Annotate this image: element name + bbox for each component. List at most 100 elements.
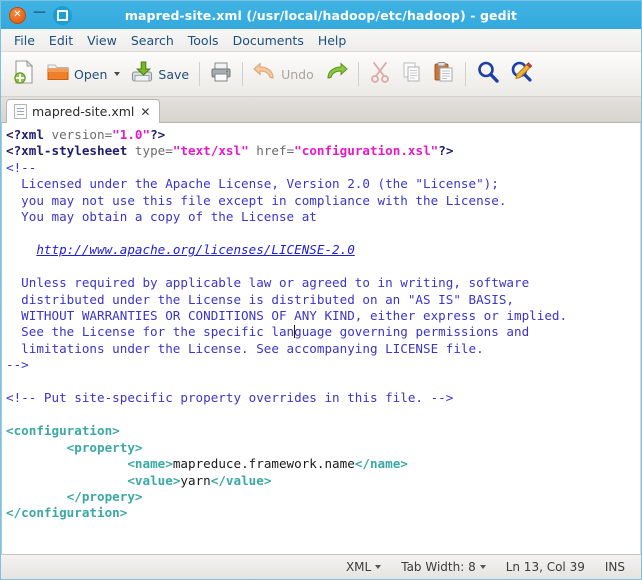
code-span: you may not use this file except in comp… <box>6 193 506 208</box>
save-icon <box>130 60 154 88</box>
gedit-window: ✕ — mapred-site.xml (/usr/local/hadoop/e… <box>0 0 642 580</box>
code-span: <property> <box>67 440 143 455</box>
code-span <box>6 440 67 455</box>
paste-button[interactable] <box>428 57 460 91</box>
minimize-icon: — <box>33 6 46 19</box>
code-span <box>6 242 36 257</box>
code-span: version= <box>52 127 113 142</box>
undo-label: Undo <box>281 67 314 82</box>
code-span: "1.0" <box>112 127 150 142</box>
status-insert-mode-label: INS <box>605 560 625 574</box>
toolbar-separator-2 <box>242 62 243 86</box>
code-span: You may obtain a copy of the License at <box>6 209 317 224</box>
menu-tools[interactable]: Tools <box>181 31 226 50</box>
copy-button[interactable] <box>396 57 428 91</box>
code-span: <?xml-stylesheet <box>6 143 135 158</box>
code-span: --> <box>6 357 29 372</box>
menu-search[interactable]: Search <box>124 31 181 50</box>
document-icon <box>14 104 27 119</box>
code-span: type= <box>135 143 173 158</box>
toolbar-separator-3 <box>358 62 359 86</box>
code-content[interactable]: <?xml version="1.0"?> <?xml-stylesheet t… <box>2 123 640 522</box>
tab-close-icon[interactable]: ✕ <box>139 106 151 118</box>
toolbar: Open Save <box>1 52 641 97</box>
menu-documents[interactable]: Documents <box>226 31 311 50</box>
status-position-label: Ln 13, Col 39 <box>506 560 585 574</box>
code-span: <!-- <box>6 160 36 175</box>
printer-icon <box>210 61 232 87</box>
code-span: See the License for the specific lan <box>6 324 294 339</box>
status-language-label: XML <box>346 560 371 574</box>
code-span: yarn <box>180 473 210 488</box>
toolbar-separator-4 <box>465 62 466 86</box>
save-button[interactable]: Save <box>125 57 194 91</box>
code-span: <configuration> <box>6 423 120 438</box>
code-span: Licensed under the Apache License, Versi… <box>6 176 499 191</box>
code-span: ?> <box>438 143 453 158</box>
replace-button[interactable] <box>505 57 539 91</box>
close-window-button[interactable]: ✕ <box>9 7 26 24</box>
code-span: ?> <box>150 127 165 142</box>
find-replace-icon <box>510 60 534 88</box>
code-span: http://www.apache.org/licenses/LICENSE-2… <box>36 242 354 257</box>
status-tab-width[interactable]: Tab Width: 8 <box>391 560 495 574</box>
clipboard-paste-icon <box>433 61 455 87</box>
cut-button[interactable] <box>364 57 396 91</box>
code-span: </configuration> <box>6 505 127 520</box>
redo-button[interactable] <box>319 57 353 91</box>
search-icon <box>476 60 500 88</box>
code-span: <!-- Put site-specific property override… <box>6 390 453 405</box>
title-bar: ✕ — mapred-site.xml (/usr/local/hadoop/e… <box>1 1 641 29</box>
window-controls: ✕ — <box>9 6 72 25</box>
code-span: <value> <box>127 473 180 488</box>
code-span <box>6 473 127 488</box>
code-span: </propery> <box>67 489 143 504</box>
new-document-button[interactable] <box>7 57 41 91</box>
code-span: </value> <box>211 473 272 488</box>
tab-label: mapred-site.xml <box>32 104 134 119</box>
code-span: "configuration.xsl" <box>294 143 438 158</box>
undo-button[interactable]: Undo <box>248 57 319 91</box>
menu-edit[interactable]: Edit <box>42 31 80 50</box>
code-span: WITHOUT WARRANTIES OR CONDITIONS OF ANY … <box>6 308 567 323</box>
copy-icon <box>401 61 423 87</box>
language-chevron-down-icon[interactable] <box>375 565 381 569</box>
status-insert-mode[interactable]: INS <box>595 560 635 574</box>
tab-strip: mapred-site.xml ✕ <box>1 97 641 123</box>
menu-view[interactable]: View <box>80 31 124 50</box>
redo-arrow-icon <box>324 62 348 86</box>
maximize-icon <box>57 10 68 21</box>
code-span <box>6 456 127 471</box>
tab-mapred-site-xml[interactable]: mapred-site.xml ✕ <box>6 99 160 123</box>
maximize-window-button[interactable] <box>53 6 72 25</box>
code-span: </name> <box>355 456 408 471</box>
menu-help[interactable]: Help <box>311 31 354 50</box>
code-span: href= <box>256 143 294 158</box>
status-bar: XML Tab Width: 8 Ln 13, Col 39 INS <box>1 554 641 579</box>
code-span: limitations under the License. See accom… <box>6 341 484 356</box>
open-button[interactable]: Open <box>41 57 125 91</box>
code-span: Unless required by applicable law or agr… <box>6 275 529 290</box>
status-cursor-position: Ln 13, Col 39 <box>496 560 595 574</box>
undo-arrow-icon <box>253 62 277 86</box>
menu-bar: File Edit View Search Tools Documents He… <box>1 29 641 52</box>
new-document-icon <box>12 59 36 89</box>
folder-open-icon <box>46 61 70 87</box>
status-language[interactable]: XML <box>336 560 391 574</box>
code-span: distributed under the License is distrib… <box>6 292 514 307</box>
close-icon: ✕ <box>13 10 21 20</box>
tab-width-chevron-down-icon[interactable] <box>480 565 486 569</box>
status-tab-width-label: Tab Width: 8 <box>401 560 475 574</box>
code-span: guage governing permissions and <box>294 324 529 339</box>
open-label: Open <box>74 67 107 82</box>
scissors-icon <box>369 61 391 87</box>
editor-area[interactable]: <?xml version="1.0"?> <?xml-stylesheet t… <box>1 123 641 554</box>
save-label: Save <box>158 67 189 82</box>
code-span: <name> <box>127 456 173 471</box>
minimize-window-button[interactable]: — <box>33 5 46 20</box>
print-button[interactable] <box>205 57 237 91</box>
menu-file[interactable]: File <box>7 31 42 50</box>
find-button[interactable] <box>471 57 505 91</box>
open-dropdown-chevron-down-icon[interactable] <box>114 72 120 76</box>
code-span: <?xml <box>6 127 52 142</box>
